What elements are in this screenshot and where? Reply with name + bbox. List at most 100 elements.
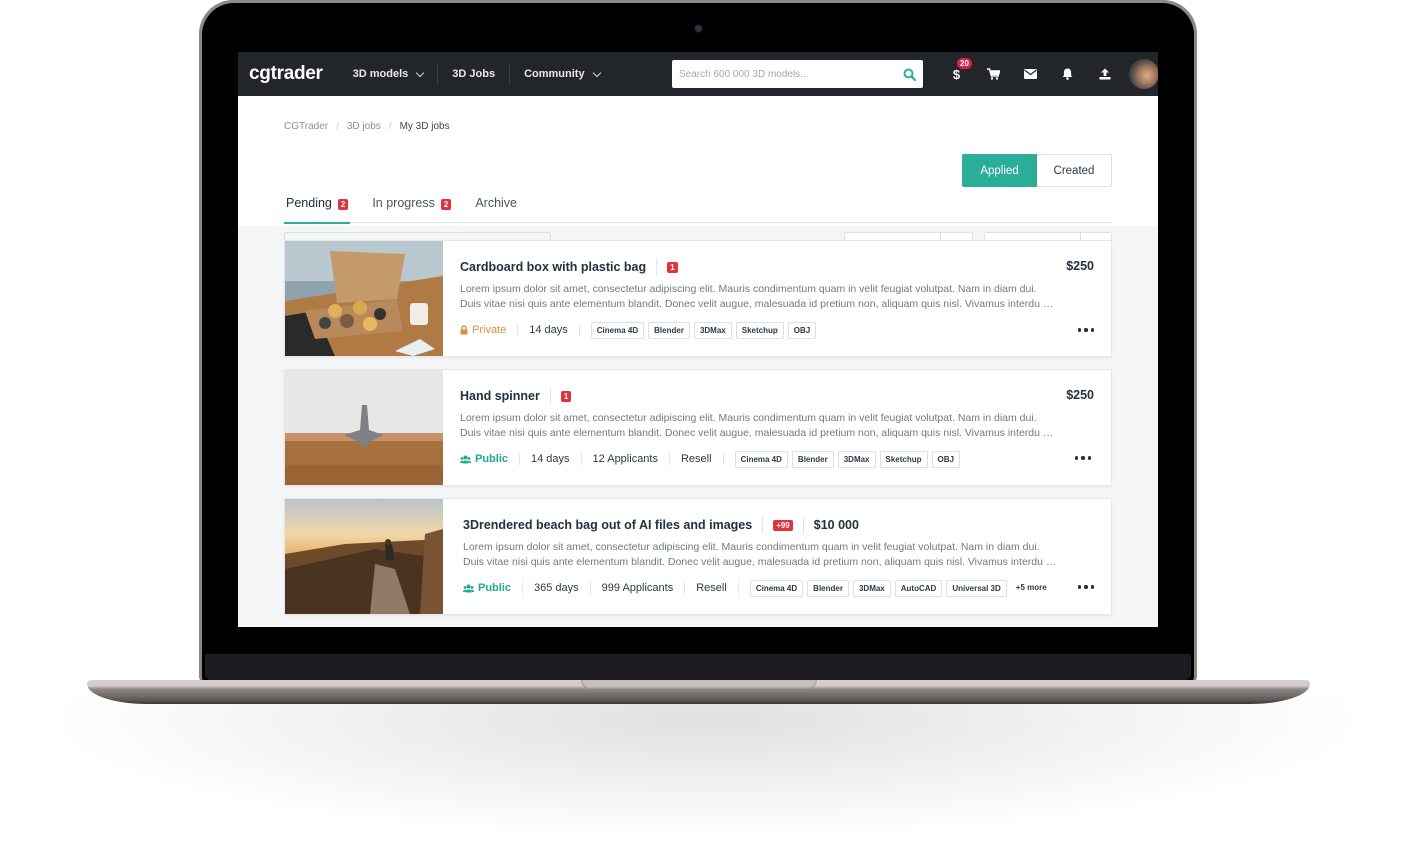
- job-thumbnail-cardboard-box: [285, 241, 443, 356]
- notifications-button[interactable]: [1049, 68, 1086, 80]
- tab-pending-count: 2: [337, 199, 349, 210]
- job-title-row: 3Drendered beach bag out of AI files and…: [463, 516, 859, 534]
- tab-archive-label: Archive: [475, 196, 517, 210]
- users-icon: [460, 455, 471, 463]
- global-search: [672, 60, 923, 88]
- laptop-shadow: [40, 690, 1370, 840]
- page-header: CGTrader / 3D jobs / My 3D jobs Applied …: [238, 96, 1158, 264]
- tab-archive[interactable]: Archive: [473, 196, 519, 223]
- more-options-icon[interactable]: [1077, 585, 1094, 589]
- software-tag: Universal 3D: [946, 579, 1007, 597]
- software-tag: 3DMax: [852, 579, 891, 597]
- job-card[interactable]: 3Drendered beach bag out of AI files and…: [284, 498, 1112, 615]
- tab-pending-label: Pending: [286, 196, 332, 210]
- chevron-down-icon: [416, 68, 425, 77]
- job-visibility-label: Private: [472, 324, 507, 336]
- job-title[interactable]: Hand spinner: [460, 389, 540, 403]
- balance-button[interactable]: $ 20: [938, 57, 975, 82]
- job-price: $250: [1066, 259, 1094, 273]
- job-visibility-label: Public: [475, 453, 509, 465]
- nav-3d-models[interactable]: 3D models: [339, 63, 438, 85]
- job-title[interactable]: 3Drendered beach bag out of AI files and…: [463, 518, 752, 532]
- breadcrumb-separator: /: [336, 121, 339, 132]
- divider: [762, 516, 764, 534]
- messages-button[interactable]: [1012, 69, 1049, 79]
- search-icon[interactable]: [903, 68, 916, 81]
- more-options-icon[interactable]: [1074, 456, 1091, 460]
- job-description-line: Lorem ipsum dolor sit amet, consectetur …: [460, 283, 1037, 295]
- job-thumbnail-spinning-top: [285, 370, 443, 485]
- app-screen: cgtrader 3D models 3D Jobs Community $: [238, 52, 1158, 627]
- tab-pending[interactable]: Pending 2: [284, 196, 351, 224]
- more-tags-link[interactable]: +5 more: [1011, 580, 1052, 597]
- job-visibility: Private: [460, 324, 519, 336]
- laptop-chin: [205, 654, 1191, 680]
- tab-in-progress-count: 2: [440, 199, 452, 210]
- tab-in-progress[interactable]: In progress 2: [370, 196, 453, 223]
- breadcrumb-3d-jobs[interactable]: 3D jobs: [347, 121, 381, 132]
- job-card[interactable]: Hand spinner 1 $250 Lorem ipsum dolor si…: [284, 369, 1112, 486]
- nav-3d-jobs-label: 3D Jobs: [452, 68, 496, 80]
- job-title[interactable]: Cardboard box with plastic bag: [460, 260, 646, 274]
- job-notification-badge: +99: [773, 519, 793, 531]
- job-thumbnail-cliff-sunset: [285, 499, 443, 614]
- job-description: Lorem ipsum dolor sit amet, consectetur …: [460, 411, 1094, 441]
- software-tag: Cinema 4D: [749, 579, 804, 597]
- software-tag: 3DMax: [837, 450, 876, 468]
- software-tag: Blender: [648, 321, 690, 339]
- software-tag: Cinema 4D: [734, 450, 788, 468]
- job-card-body: Hand spinner 1 $250 Lorem ipsum dolor si…: [443, 370, 1111, 485]
- upload-icon: [1099, 68, 1110, 80]
- job-description-line: Duis vitae nisi quis ante elementum blan…: [460, 298, 1054, 310]
- breadcrumb-current: My 3D jobs: [399, 121, 450, 132]
- top-navbar: cgtrader 3D models 3D Jobs Community $: [238, 52, 1158, 96]
- job-tags: Cinema 4D Blender 3DMax Sketchup OBJ: [580, 321, 817, 339]
- job-applicants[interactable]: 999 Applicants: [591, 582, 686, 594]
- job-tags: Cinema 4D Blender 3DMax AutoCAD Universa…: [739, 579, 1052, 597]
- job-tags: Cinema 4D Blender 3DMax Sketchup OBJ: [724, 450, 960, 468]
- upload-button[interactable]: [1086, 68, 1123, 80]
- breadcrumb-separator: /: [388, 121, 392, 132]
- dollar-icon: $: [952, 66, 961, 82]
- cart-button[interactable]: [975, 68, 1012, 80]
- global-search-input[interactable]: [679, 68, 903, 80]
- job-visibility: Public: [463, 582, 524, 594]
- job-tabs: Pending 2 In progress 2 Archive: [284, 196, 1112, 224]
- nav-3d-models-label: 3D models: [352, 68, 409, 80]
- divider: [656, 258, 658, 276]
- chevron-down-icon: [592, 68, 601, 77]
- job-applicants[interactable]: 12 Applicants: [582, 453, 670, 465]
- nav-community[interactable]: Community: [510, 63, 614, 85]
- job-description-line: Lorem ipsum dolor sit amet, consectetur …: [460, 412, 1037, 424]
- job-title-row: Cardboard box with plastic bag 1: [460, 258, 678, 276]
- divider: [802, 516, 804, 534]
- software-tag: Cinema 4D: [590, 321, 645, 339]
- lock-icon: [460, 325, 468, 335]
- breadcrumb-cgtrader[interactable]: CGTrader: [284, 121, 328, 132]
- created-button[interactable]: Created: [1037, 154, 1112, 187]
- job-resell: Resell: [685, 582, 739, 594]
- job-card-body: Cardboard box with plastic bag 1 $250 Lo…: [443, 241, 1111, 356]
- job-meta: Public 14 days 12 Applicants Resell Cine…: [460, 450, 960, 468]
- laptop-mockup: cgtrader 3D models 3D Jobs Community $: [0, 0, 1408, 850]
- mail-icon: [1024, 69, 1037, 79]
- job-meta: Private 14 days Cinema 4D Blender 3DMax …: [460, 321, 817, 339]
- software-tag: OBJ: [931, 450, 960, 468]
- more-options-icon[interactable]: [1077, 328, 1094, 332]
- job-price: $250: [1066, 388, 1094, 402]
- software-tag: Sketchup: [879, 450, 928, 468]
- software-tag: Blender: [791, 450, 834, 468]
- users-icon: [463, 584, 474, 592]
- logo[interactable]: cgtrader: [249, 63, 323, 85]
- job-card-body: 3Drendered beach bag out of AI files and…: [443, 499, 1111, 614]
- job-visibility-label: Public: [478, 582, 512, 594]
- job-notification-badge: 1: [560, 390, 572, 402]
- user-avatar[interactable]: [1129, 59, 1158, 89]
- balance-badge: 20: [957, 57, 972, 69]
- applied-button[interactable]: Applied: [962, 154, 1037, 187]
- nav-3d-jobs[interactable]: 3D Jobs: [438, 63, 509, 85]
- software-tag: AutoCAD: [894, 579, 943, 597]
- applied-created-toggle: Applied Created: [962, 154, 1112, 187]
- breadcrumb: CGTrader / 3D jobs / My 3D jobs: [284, 121, 450, 132]
- job-card[interactable]: Cardboard box with plastic bag 1 $250 Lo…: [284, 240, 1112, 357]
